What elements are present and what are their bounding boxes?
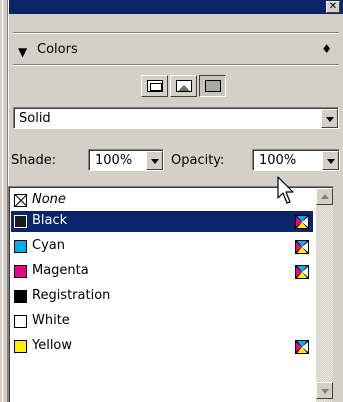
colors-palette-window: ✕ ▼ Colors ♦ Solid Shade: 100% Opacity: …	[0, 0, 343, 402]
process-color-icon	[295, 240, 309, 254]
color-row-magenta[interactable]: Magenta	[11, 261, 313, 282]
color-swatch	[14, 340, 27, 353]
up-down-arrows-icon[interactable]: ♦	[321, 42, 332, 56]
chevron-down-icon[interactable]	[146, 151, 163, 170]
shade-label: Shade:	[11, 153, 57, 168]
color-name: Yellow	[32, 338, 73, 353]
scroll-down-button[interactable]	[316, 382, 333, 399]
picture-icon	[176, 80, 192, 92]
color-name: Black	[32, 213, 68, 228]
close-button[interactable]: ✕	[326, 1, 340, 13]
color-row-yellow[interactable]: Yellow	[11, 336, 313, 357]
triangle-down-icon[interactable]: ▼	[18, 45, 27, 59]
color-row-black[interactable]: Black	[11, 211, 313, 232]
mouse-cursor-icon	[277, 176, 294, 204]
color-swatch	[14, 315, 27, 328]
color-row-white[interactable]: White	[11, 311, 313, 332]
panel-header[interactable]: ▼ Colors ♦	[9, 38, 343, 60]
shade-dropdown[interactable]: 100%	[88, 149, 164, 171]
color-name: White	[32, 313, 70, 328]
scroll-up-button[interactable]	[316, 188, 333, 205]
frame-icon	[147, 80, 163, 92]
color-name: Registration	[32, 288, 111, 303]
process-color-icon	[295, 265, 309, 279]
chevron-down-icon[interactable]	[322, 151, 339, 170]
fill-type-dropdown[interactable]: Solid	[13, 107, 339, 129]
apply-mode-buttons	[141, 75, 228, 97]
color-row-registration[interactable]: Registration	[11, 286, 313, 307]
color-name: Magenta	[32, 263, 89, 278]
color-name: Cyan	[32, 238, 65, 253]
palette-title-bar[interactable]: ✕	[9, 0, 343, 14]
header-separator-top	[13, 32, 339, 34]
color-swatch	[14, 240, 27, 253]
picture-mode-button[interactable]	[170, 75, 197, 97]
color-list: None Black Cyan Magenta Registration Whi…	[8, 186, 333, 402]
color-name: None	[32, 192, 66, 207]
color-swatch	[14, 265, 27, 278]
text-box-icon	[205, 80, 221, 92]
opacity-dropdown[interactable]: 100%	[252, 149, 340, 171]
fill-type-value: Solid	[19, 111, 51, 126]
chevron-down-icon[interactable]	[321, 109, 338, 128]
color-row-none[interactable]: None	[11, 190, 313, 211]
text-mode-button[interactable]	[199, 75, 226, 97]
close-icon: ✕	[328, 1, 338, 12]
color-swatch	[14, 290, 27, 303]
color-row-cyan[interactable]: Cyan	[11, 236, 313, 257]
header-separator-bottom	[13, 64, 339, 66]
frame-mode-button[interactable]	[141, 75, 168, 97]
opacity-label: Opacity:	[171, 153, 225, 168]
no-color-icon	[14, 194, 27, 207]
process-color-icon	[295, 340, 309, 354]
color-swatch	[14, 215, 27, 228]
window-left-edge	[0, 0, 8, 402]
process-color-icon	[295, 215, 309, 229]
shade-value: 100%	[95, 153, 133, 168]
opacity-value: 100%	[259, 153, 297, 168]
panel-title: Colors	[37, 42, 78, 57]
color-list-scrollbar[interactable]	[316, 188, 333, 402]
